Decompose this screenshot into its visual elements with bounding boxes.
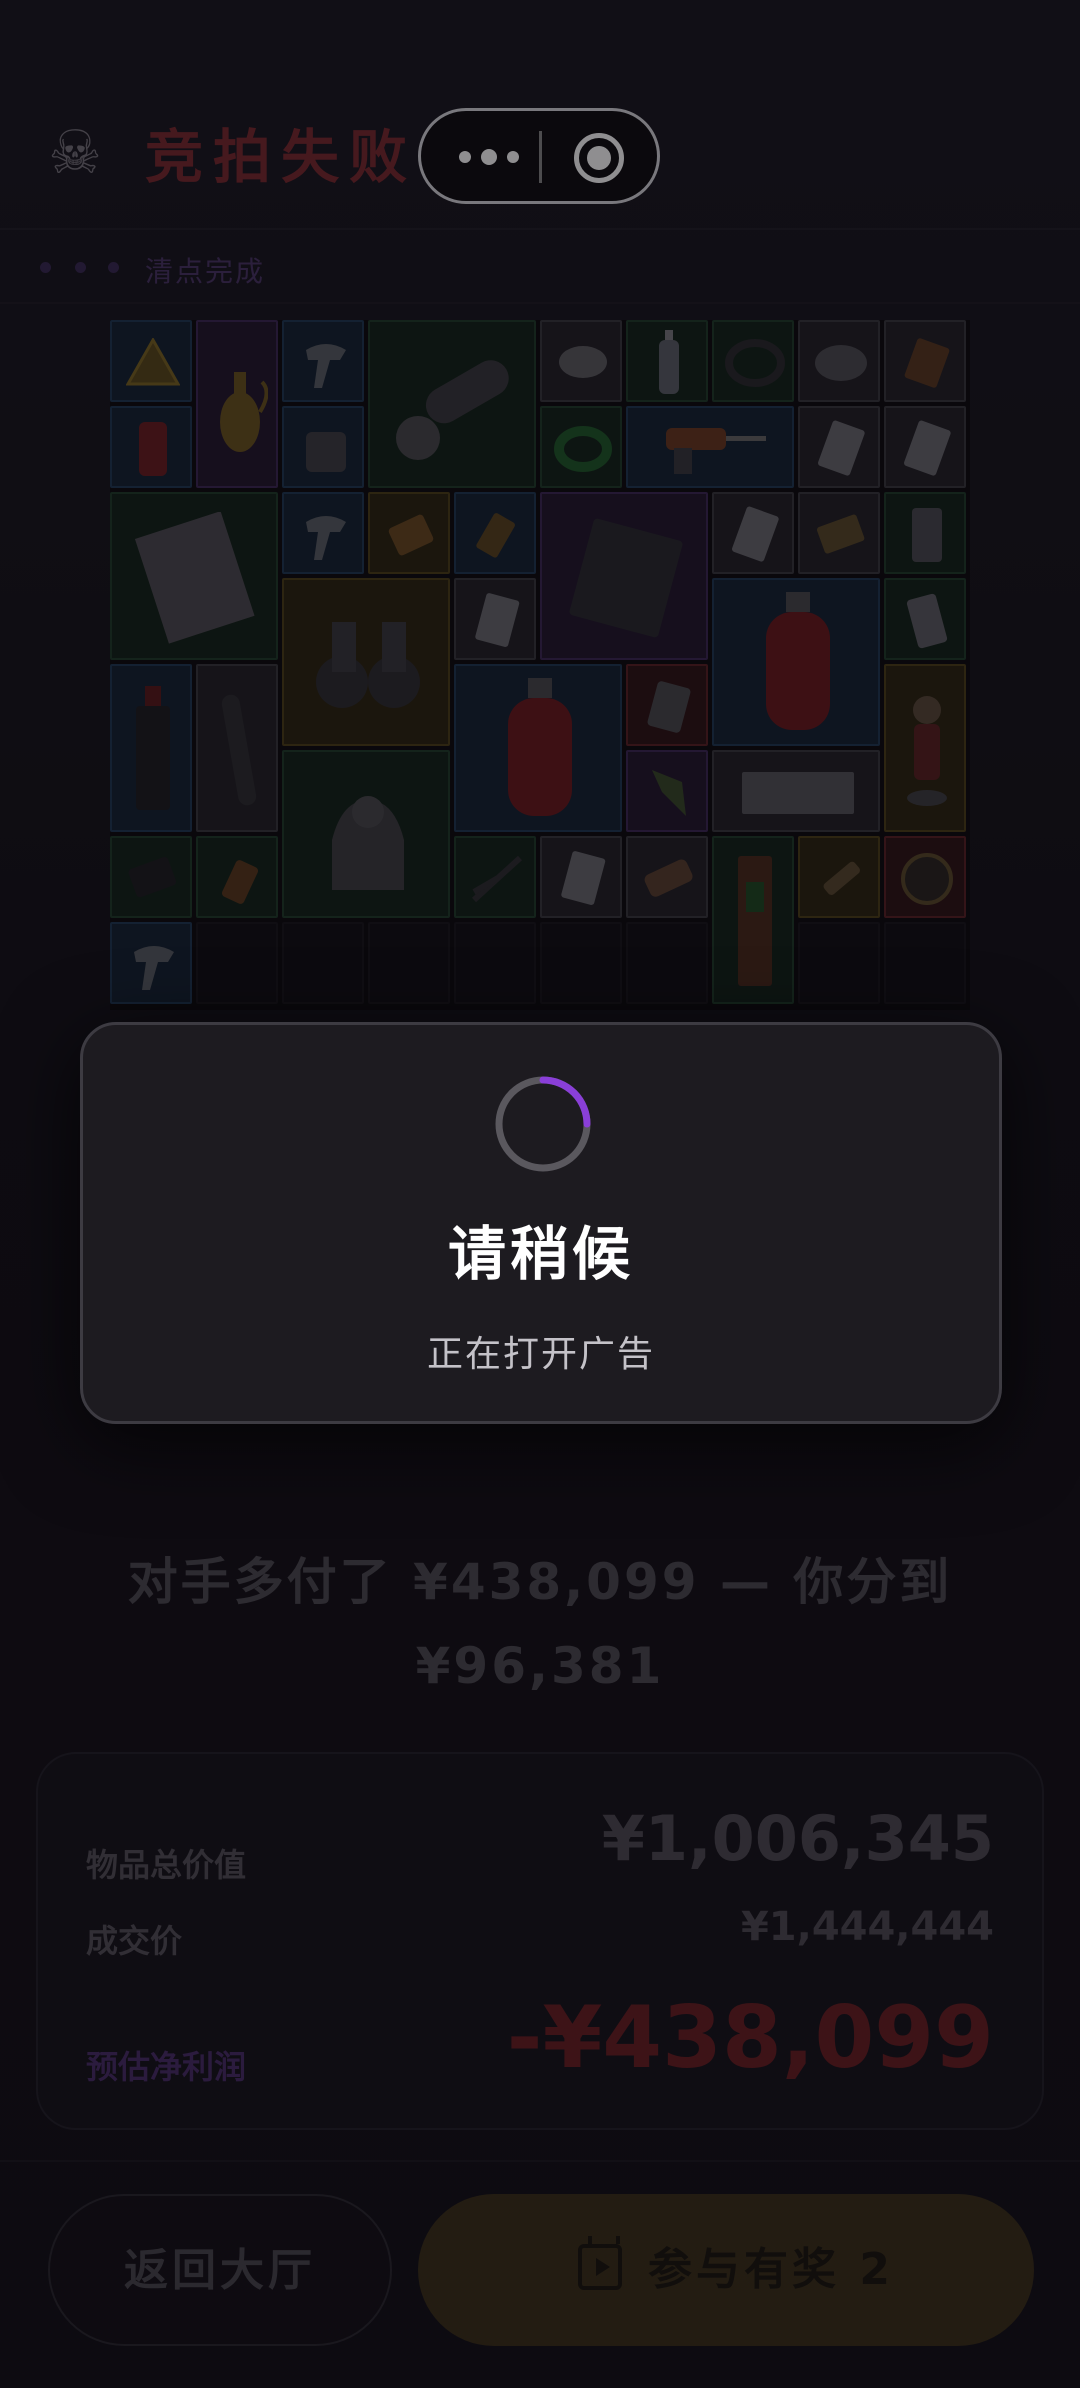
loading-modal: 请稍候 正在打开广告 (80, 1022, 1002, 1424)
loading-spinner-icon (495, 1076, 591, 1172)
modal-subtitle: 正在打开广告 (426, 1334, 655, 1375)
modal-title: 请稍候 (447, 1220, 634, 1288)
auction-result-screen: ☠ 竞拍失败 清点完成 对手多付了 ¥438,099 — 你分到 ¥96,381… (0, 0, 1080, 2388)
